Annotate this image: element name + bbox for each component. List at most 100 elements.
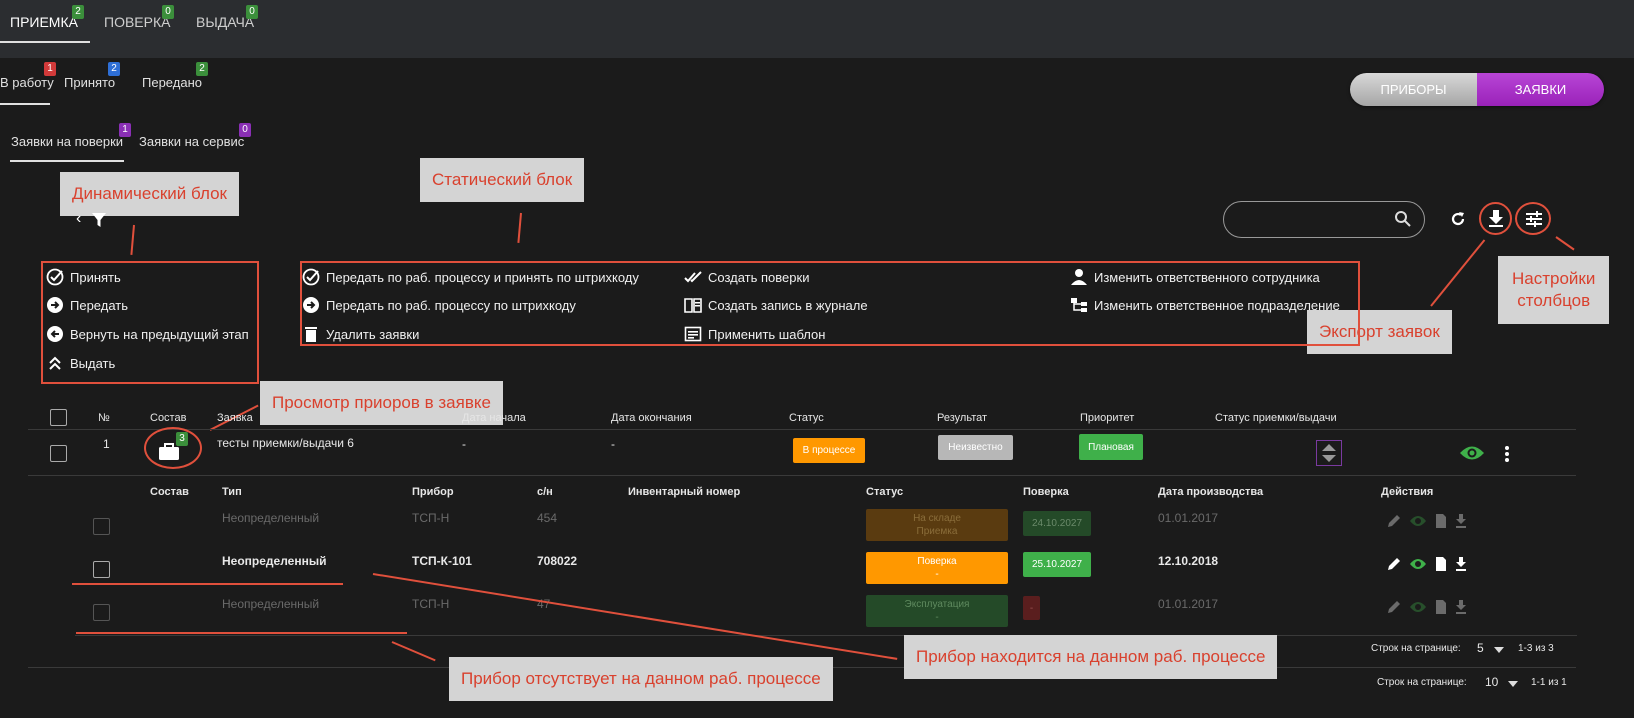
sub-row-date: 01.01.2017 <box>1158 597 1219 611</box>
tab-service-requests-badge: 0 <box>239 123 251 137</box>
column-settings-button[interactable] <box>1515 202 1551 235</box>
col-priority[interactable]: Приоритет <box>1080 412 1134 424</box>
callout-static-block: Статический блок <box>420 158 585 202</box>
col-status[interactable]: Статус <box>789 412 824 424</box>
col-composition[interactable]: Состав <box>150 412 186 424</box>
arrow-left-circle-icon <box>47 326 63 342</box>
export-button[interactable] <box>1479 202 1512 235</box>
arrow-absent-device <box>391 641 436 662</box>
tab-service-requests[interactable]: Заявки на сервис 0 <box>139 123 251 149</box>
view-eye-icon[interactable] <box>1409 557 1427 571</box>
sub-col-type[interactable]: Тип <box>222 486 242 498</box>
arrow-export <box>1430 239 1486 307</box>
edit-icon[interactable] <box>1387 557 1401 571</box>
view-toggle: ПРИБОРЫ ЗАЯВКИ <box>1350 73 1604 106</box>
sub-col-verification[interactable]: Поверка <box>1023 486 1069 498</box>
download-icon[interactable] <box>1455 600 1467 614</box>
status-chip: В процессе <box>793 438 865 463</box>
sub-col-inventory[interactable]: Инвентарный номер <box>628 486 740 498</box>
col-request[interactable]: Заявка <box>217 412 253 424</box>
tab-verification[interactable]: ПОВЕРКА 0 <box>104 5 174 30</box>
subtab-in-work[interactable]: В работу 1 <box>0 62 56 90</box>
tab-issue[interactable]: ВЫДАЧА 0 <box>196 5 258 30</box>
tab-issue-badge: 0 <box>246 5 258 19</box>
arrow-right-circle-icon <box>47 297 63 313</box>
sub-col-production-date[interactable]: Дата производства <box>1158 486 1263 498</box>
sub-row-type: Неопределенный <box>222 597 320 611</box>
col-acceptance-status[interactable]: Статус приемки/выдачи <box>1215 412 1337 424</box>
download-icon[interactable] <box>1455 557 1467 571</box>
select-all-checkbox[interactable] <box>50 409 67 426</box>
row-checkbox[interactable] <box>50 445 67 462</box>
request-name[interactable]: тесты приемки/выдачи 6 <box>217 436 354 450</box>
search-icon[interactable] <box>1394 210 1412 228</box>
transfer-accept-barcode-action[interactable]: Передать по раб. процессу и принять по ш… <box>302 268 639 286</box>
tab-acceptance[interactable]: ПРИЕМКА 2 <box>10 5 84 30</box>
download-icon[interactable] <box>1455 514 1467 528</box>
priority-chip: Плановая <box>1079 434 1143 460</box>
sub-row-device: ТСП-К-101 <box>412 554 472 568</box>
col-number[interactable]: № <box>98 412 110 424</box>
dropdown-icon[interactable] <box>1494 647 1504 653</box>
book-icon <box>684 298 702 313</box>
edit-icon[interactable] <box>1387 600 1401 614</box>
back-icon[interactable]: ‹ <box>76 210 81 228</box>
edit-icon[interactable] <box>1387 514 1401 528</box>
toggle-requests[interactable]: ЗАЯВКИ <box>1477 73 1604 106</box>
col-result[interactable]: Результат <box>937 412 987 424</box>
callout-device-present: Прибор находится на данном раб. процессе <box>904 635 1278 679</box>
sub-col-status[interactable]: Статус <box>866 486 903 498</box>
acceptance-status-indicator[interactable] <box>1316 440 1342 466</box>
callout-device-absent: Прибор отсутствует на данном раб. процес… <box>449 657 833 701</box>
view-eye-icon[interactable] <box>1459 444 1485 462</box>
sub-col-serial[interactable]: с/н <box>537 486 553 498</box>
change-responsible-department-action[interactable]: Изменить ответственное подразделение <box>1070 296 1340 314</box>
delete-requests-action[interactable]: Удалить заявки <box>302 325 419 343</box>
page-range: 1-1 из 1 <box>1531 677 1567 688</box>
accept-action[interactable]: Принять <box>46 268 121 286</box>
apply-template-action[interactable]: Применить шаблон <box>684 325 825 343</box>
sub-col-device[interactable]: Прибор <box>412 486 454 498</box>
view-eye-icon[interactable] <box>1409 600 1427 614</box>
composition-count-badge: 3 <box>176 432 188 446</box>
sub-row-device: ТСП-Н <box>412 597 450 611</box>
composition-button[interactable]: 3 <box>144 427 202 469</box>
create-verifications-action[interactable]: Создать поверки <box>684 268 809 286</box>
create-journal-entry-action[interactable]: Создать запись в журнале <box>684 296 868 314</box>
sub-col-composition[interactable]: Состав <box>150 486 189 498</box>
double-check-icon <box>684 271 702 283</box>
sub-col-actions[interactable]: Действия <box>1381 486 1433 498</box>
underline-absent-device <box>76 632 407 634</box>
document-icon[interactable] <box>1435 557 1447 571</box>
arrow-right-circle-icon <box>303 297 319 313</box>
sub-row-device: ТСП-Н <box>412 511 450 525</box>
document-icon[interactable] <box>1435 600 1447 614</box>
change-responsible-employee-action[interactable]: Изменить ответственного сотрудника <box>1070 268 1320 286</box>
sub-row-serial: 454 <box>537 511 558 525</box>
transfer-barcode-action[interactable]: Передать по раб. процессу по штрихкоду <box>302 296 576 314</box>
return-previous-action[interactable]: Вернуть на предыдущий этап <box>46 325 249 343</box>
col-start-date[interactable]: Дата начала <box>462 412 526 424</box>
rows-per-page-select[interactable]: 10 <box>1485 675 1498 689</box>
check-circle-icon <box>302 268 320 286</box>
sub-row-checkbox[interactable] <box>93 604 110 621</box>
dropdown-icon[interactable] <box>1508 681 1518 687</box>
col-end-date[interactable]: Дата окончания <box>611 412 692 424</box>
rows-per-page-select[interactable]: 5 <box>1477 641 1484 655</box>
filter-icon[interactable] <box>92 213 106 227</box>
sub-row-checkbox[interactable] <box>93 518 110 535</box>
arrow-settings <box>1555 236 1575 251</box>
view-eye-icon[interactable] <box>1409 514 1427 528</box>
more-vert-icon[interactable] <box>1504 445 1510 463</box>
issue-action[interactable]: Выдать <box>46 354 115 372</box>
transfer-action[interactable]: Передать <box>46 296 128 314</box>
refresh-icon[interactable] <box>1449 210 1467 228</box>
header-divider <box>28 429 1576 430</box>
subtab-accepted[interactable]: Принято 2 <box>64 62 120 90</box>
sub-row-checkbox[interactable] <box>93 561 110 578</box>
double-chevron-up-icon <box>49 356 61 370</box>
toggle-devices[interactable]: ПРИБОРЫ <box>1350 73 1477 106</box>
subtab-transferred[interactable]: Передано 2 <box>142 62 208 90</box>
tab-verification-requests[interactable]: Заявки на поверки 1 <box>11 123 131 149</box>
document-icon[interactable] <box>1435 514 1447 528</box>
